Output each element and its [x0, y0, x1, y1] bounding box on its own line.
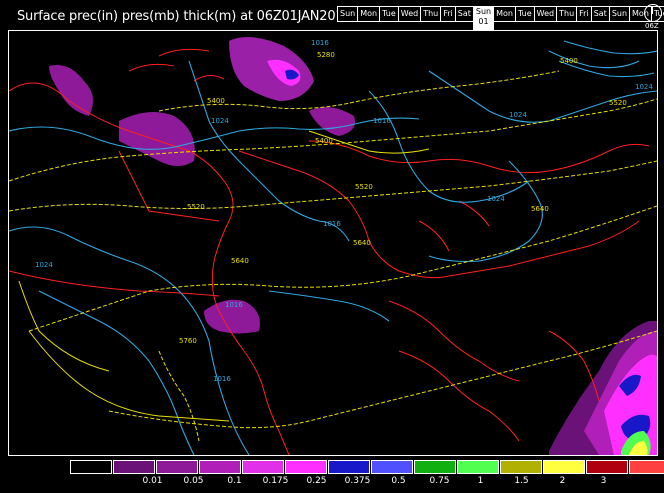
clock-label: 06Z	[645, 22, 659, 30]
contour-label: 1016	[311, 39, 329, 47]
legend-label: 0.375	[344, 476, 371, 486]
day-button[interactable]: Tue	[515, 6, 535, 22]
legend-label: 3	[600, 476, 607, 486]
contour-label: 5640	[231, 257, 249, 265]
day-button[interactable]: Mon	[357, 6, 381, 22]
legend-swatch	[156, 460, 198, 474]
contour-label: 5400	[315, 137, 333, 145]
legend-swatch	[113, 460, 155, 474]
day-button[interactable]: Tue	[379, 6, 399, 22]
legend-label: 1.5	[514, 476, 529, 486]
day-button[interactable]: Sat	[590, 6, 610, 22]
day-button[interactable]: Wed	[533, 6, 558, 22]
legend-swatch	[543, 460, 585, 474]
day-button[interactable]: Sun	[337, 6, 359, 22]
contour-label: 1016	[225, 301, 243, 309]
day-button[interactable]: Sun 01	[472, 6, 495, 30]
legend-label: 0.75	[429, 476, 450, 486]
contour-label: 1016	[323, 220, 341, 228]
legend-swatch	[414, 460, 456, 474]
legend-swatch	[242, 460, 284, 474]
contour-label: 5640	[531, 205, 549, 213]
legend-swatch	[457, 460, 499, 474]
contour-label: 5400	[207, 97, 225, 105]
day-button[interactable]: Thu	[556, 6, 578, 22]
legend-swatch	[70, 460, 112, 474]
day-selector[interactable]: Sun Mon Tue Wed Thu Fri Sat Sun 01 Mon Tue Wed Thu Fr…	[337, 6, 664, 30]
legend-label: 0.01	[142, 476, 163, 486]
weather-map: 5280 5400 5400 5400 5520 5520 5520 5640 …	[8, 30, 658, 456]
contour-label: 5520	[187, 203, 205, 211]
contour-label: 1016	[213, 375, 231, 383]
map-background	[9, 31, 657, 455]
day-date: 01	[478, 17, 489, 26]
legend-swatch	[586, 460, 628, 474]
precip-legend	[70, 460, 664, 474]
legend-label: 2	[559, 476, 566, 486]
legend-swatch	[371, 460, 413, 474]
legend-label: 1	[477, 476, 484, 486]
legend-label: 0.175	[262, 476, 289, 486]
contour-label: 1024	[635, 83, 653, 91]
day-button[interactable]: Mon	[493, 6, 516, 22]
contour-label: 1024	[487, 195, 505, 203]
contour-label: 5760	[179, 337, 197, 345]
contour-label: 1024	[509, 111, 527, 119]
legend-swatch	[328, 460, 370, 474]
clock-icon	[644, 4, 662, 22]
day-button[interactable]: Fri	[576, 6, 592, 22]
contour-label: 5640	[353, 239, 371, 247]
contour-label: 5400	[560, 57, 578, 65]
day-button[interactable]: Thu	[420, 6, 442, 22]
legend-label: 0.05	[183, 476, 204, 486]
legend-swatch	[199, 460, 241, 474]
day-button[interactable]: Wed	[397, 6, 422, 22]
day-button[interactable]: Sun	[608, 6, 631, 22]
contour-label: 1024	[211, 117, 229, 125]
legend-label: 0.5	[391, 476, 406, 486]
contour-label: 5520	[609, 99, 627, 107]
day-button[interactable]: Sat	[454, 6, 474, 22]
legend-swatch	[500, 460, 542, 474]
contour-label: 5280	[317, 51, 335, 59]
map-title: Surface prec(in) pres(mb) thick(m) at 06…	[17, 9, 352, 24]
contour-label: 1016	[373, 117, 391, 125]
day-button[interactable]: Fri	[440, 6, 456, 22]
legend-swatch	[285, 460, 327, 474]
legend-swatch	[629, 460, 664, 474]
legend-label: 0.1	[227, 476, 242, 486]
contour-label: 5520	[355, 183, 373, 191]
contour-label: 1024	[35, 261, 53, 269]
legend-label: 0.25	[306, 476, 327, 486]
